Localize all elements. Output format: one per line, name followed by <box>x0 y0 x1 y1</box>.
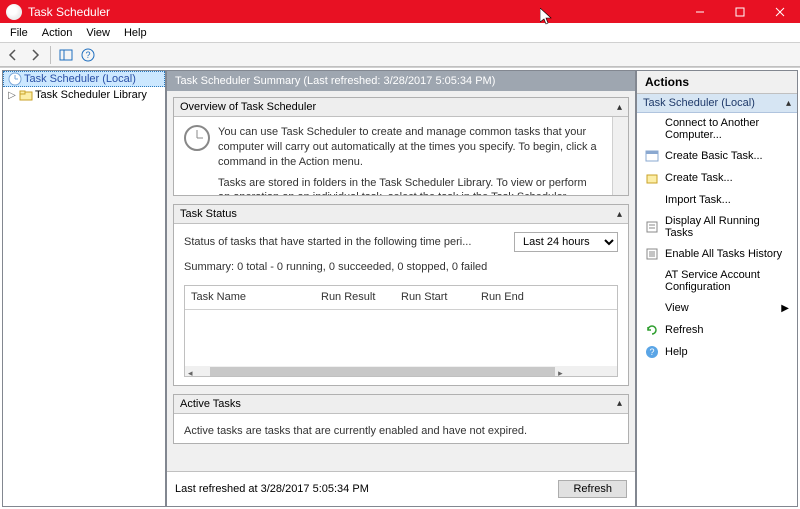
tree-pane: Task Scheduler (Local) ▷ Task Scheduler … <box>2 70 166 507</box>
folder-icon <box>19 88 33 102</box>
status-summary: Summary: 0 total - 0 running, 0 succeede… <box>184 260 618 275</box>
collapse-icon[interactable]: ▴ <box>617 102 622 113</box>
blank-icon <box>645 122 659 136</box>
menu-file[interactable]: File <box>4 25 34 41</box>
action-label: AT Service Account Configuration <box>665 269 789 293</box>
help-icon: ? <box>645 345 659 359</box>
scrollbar[interactable] <box>612 117 628 195</box>
action-create-basic-task[interactable]: Create Basic Task... <box>637 145 797 167</box>
menu-view[interactable]: View <box>80 25 116 41</box>
actions-pane: Actions Task Scheduler (Local) ▴ Connect… <box>636 70 798 507</box>
maximize-button[interactable] <box>720 0 760 23</box>
blank-icon <box>645 301 659 315</box>
overview-text-1: You can use Task Scheduler to create and… <box>218 125 600 170</box>
summary-header: Task Scheduler Summary (Last refreshed: … <box>167 71 635 91</box>
tree-child-label: Task Scheduler Library <box>35 89 147 101</box>
create-task-icon <box>645 171 659 185</box>
last-refreshed-label: Last refreshed at 3/28/2017 5:05:34 PM <box>175 483 369 495</box>
window-title: Task Scheduler <box>26 5 680 19</box>
task-status-panel: Task Status ▴ Status of tasks that have … <box>173 204 629 386</box>
forward-button[interactable] <box>26 46 44 64</box>
clock-icon <box>184 125 210 151</box>
tree-root-label: Task Scheduler (Local) <box>24 73 136 85</box>
action-label: Connect to Another Computer... <box>665 117 789 141</box>
action-display-running[interactable]: Display All Running Tasks <box>637 211 797 243</box>
scheduler-icon <box>8 72 22 86</box>
task-grid: Task Name Run Result Run Start Run End ◂… <box>184 285 618 377</box>
separator <box>50 46 51 64</box>
running-tasks-icon <box>645 220 659 234</box>
close-button[interactable] <box>760 0 800 23</box>
action-label: Create Basic Task... <box>665 150 763 162</box>
action-label: Help <box>665 346 688 358</box>
menubar: File Action View Help <box>0 23 800 43</box>
col-run-start[interactable]: Run Start <box>395 286 475 309</box>
action-view[interactable]: View ▶ <box>637 297 797 319</box>
action-label: Refresh <box>665 324 704 336</box>
basic-task-icon <box>645 149 659 163</box>
menu-help[interactable]: Help <box>118 25 153 41</box>
period-select[interactable]: Last 24 hours <box>514 232 618 252</box>
tree-root[interactable]: Task Scheduler (Local) <box>3 71 165 87</box>
col-task-name[interactable]: Task Name <box>185 286 315 309</box>
titlebar: Task Scheduler <box>0 0 800 23</box>
collapse-icon[interactable]: ▴ <box>617 209 622 220</box>
app-icon <box>6 4 22 20</box>
cursor-icon <box>540 8 552 26</box>
task-status-title: Task Status <box>180 208 237 220</box>
collapse-icon[interactable]: ▴ <box>786 98 791 109</box>
action-at-service[interactable]: AT Service Account Configuration <box>637 265 797 297</box>
action-label: Enable All Tasks History <box>665 248 782 260</box>
overview-panel: Overview of Task Scheduler ▴ You can use… <box>173 97 629 196</box>
center-footer: Last refreshed at 3/28/2017 5:05:34 PM R… <box>167 471 635 506</box>
col-run-end[interactable]: Run End <box>475 286 555 309</box>
expand-icon[interactable]: ▷ <box>7 90 17 101</box>
blank-icon <box>645 193 659 207</box>
action-enable-history[interactable]: Enable All Tasks History <box>637 243 797 265</box>
actions-title: Actions <box>637 71 797 94</box>
overview-text-2: Tasks are stored in folders in the Task … <box>218 176 600 195</box>
action-help[interactable]: ? Help <box>637 341 797 363</box>
action-label: Create Task... <box>665 172 733 184</box>
center-pane: Task Scheduler Summary (Last refreshed: … <box>166 70 636 507</box>
svg-text:?: ? <box>649 347 654 357</box>
action-import-task[interactable]: Import Task... <box>637 189 797 211</box>
actions-subtitle: Task Scheduler (Local) ▴ <box>637 94 797 113</box>
overview-title: Overview of Task Scheduler <box>180 101 316 113</box>
action-label: Import Task... <box>665 194 731 206</box>
active-tasks-title: Active Tasks <box>180 398 241 410</box>
collapse-icon[interactable]: ▴ <box>617 398 622 409</box>
action-connect-computer[interactable]: Connect to Another Computer... <box>637 113 797 145</box>
blank-icon <box>645 274 659 288</box>
action-refresh[interactable]: Refresh <box>637 319 797 341</box>
action-create-task[interactable]: Create Task... <box>637 167 797 189</box>
action-label: View <box>665 302 689 314</box>
action-label: Display All Running Tasks <box>665 215 789 239</box>
col-run-result[interactable]: Run Result <box>315 286 395 309</box>
refresh-button[interactable]: Refresh <box>558 480 627 498</box>
period-label: Status of tasks that have started in the… <box>184 235 471 250</box>
history-icon <box>645 247 659 261</box>
svg-text:?: ? <box>85 50 90 60</box>
menu-action[interactable]: Action <box>36 25 79 41</box>
active-tasks-desc: Active tasks are tasks that are currentl… <box>184 424 618 439</box>
submenu-arrow-icon: ▶ <box>781 303 789 314</box>
panel-toggle-button[interactable] <box>57 46 75 64</box>
back-button[interactable] <box>4 46 22 64</box>
minimize-button[interactable] <box>680 0 720 23</box>
toolbar: ? <box>0 43 800 67</box>
actions-subtitle-label: Task Scheduler (Local) <box>643 97 755 109</box>
main-area: Task Scheduler (Local) ▷ Task Scheduler … <box>0 67 800 509</box>
help-button[interactable]: ? <box>79 46 97 64</box>
refresh-icon <box>645 323 659 337</box>
horizontal-scrollbar[interactable]: ◂ ▸ <box>185 366 617 377</box>
tree-child[interactable]: ▷ Task Scheduler Library <box>3 87 165 103</box>
active-tasks-panel: Active Tasks ▴ Active tasks are tasks th… <box>173 394 629 444</box>
